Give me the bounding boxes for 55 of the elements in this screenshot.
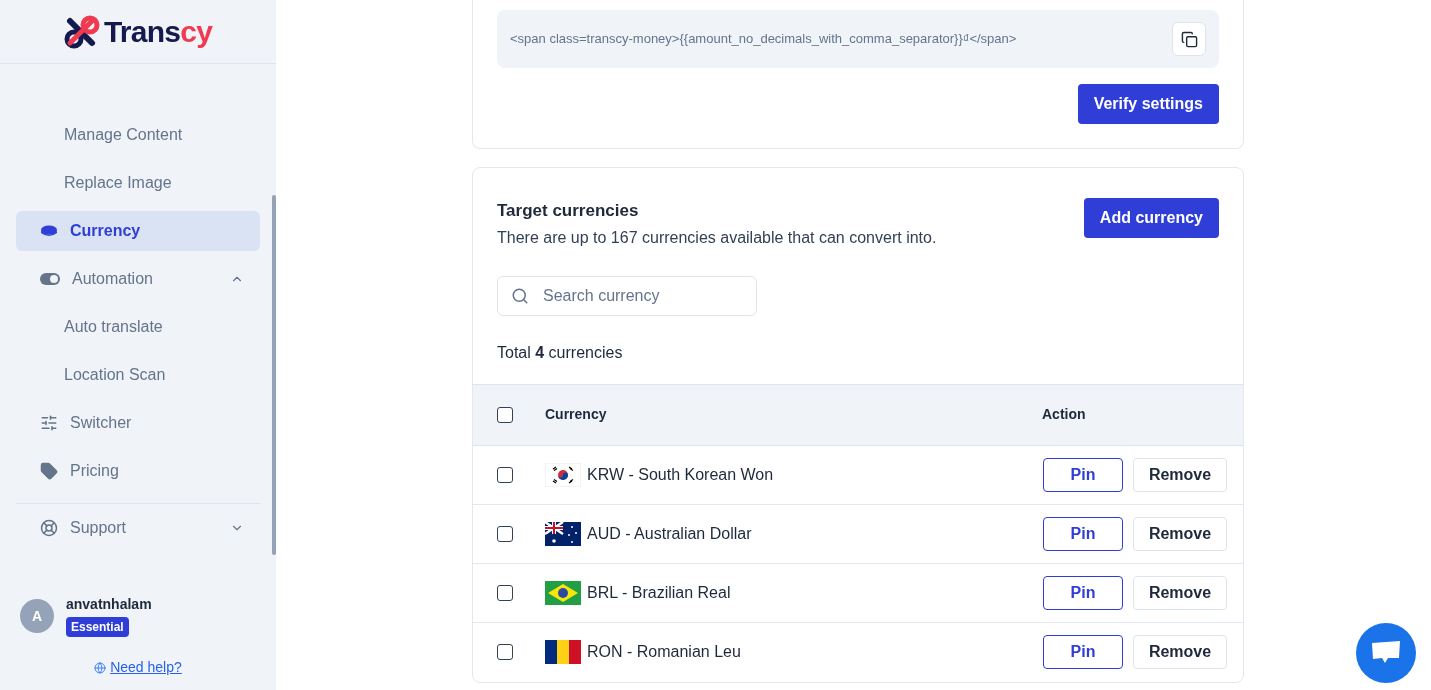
card-title: Target currencies — [497, 200, 640, 222]
tag-icon — [40, 462, 58, 480]
remove-button[interactable]: Remove — [1133, 457, 1227, 492]
pin-button[interactable]: Pin — [1043, 516, 1123, 551]
search-icon — [511, 286, 529, 305]
checkbox[interactable] — [497, 525, 513, 542]
column-header: Currency — [545, 405, 608, 424]
sidebar-item[interactable]: Pricing — [16, 451, 260, 491]
search-field[interactable]: Search currency — [497, 275, 757, 316]
checkbox[interactable] — [497, 406, 513, 423]
avatar: A — [20, 598, 54, 633]
remove-button[interactable]: Remove — [1133, 575, 1227, 610]
sidebar-item[interactable]: Manage Content — [16, 115, 260, 155]
checkbox[interactable] — [497, 644, 513, 660]
sidebar-item[interactable]: Automation — [16, 259, 260, 299]
plan-badge: Essential — [66, 617, 129, 637]
user-name: anvatnhalam — [66, 595, 152, 614]
flag-icon — [545, 521, 581, 546]
currency-name: RON - Romanian Leu — [587, 642, 742, 662]
currency-name: KRW - South Korean Won — [587, 464, 775, 485]
pin-button[interactable]: Pin — [1043, 457, 1123, 492]
coin-icon — [40, 225, 58, 237]
verify-button[interactable]: Verify settings — [1077, 84, 1219, 124]
chat-button[interactable] — [1356, 623, 1416, 683]
flag-icon — [545, 462, 581, 487]
copy-button[interactable] — [1172, 22, 1206, 56]
flag-icon — [545, 580, 581, 605]
column-header: Action — [1042, 405, 1086, 424]
checkbox[interactable] — [497, 584, 513, 601]
add-currency-button[interactable]: Add currency — [1083, 198, 1219, 238]
currency-name: BRL - Brazilian Real — [587, 582, 732, 603]
sidebar-item[interactable]: Location Scan — [16, 355, 260, 395]
sidebar-item[interactable]: Switcher — [16, 403, 260, 443]
pin-button[interactable]: Pin — [1043, 575, 1123, 610]
lifebuoy-icon — [40, 519, 58, 537]
flag-icon — [545, 640, 581, 664]
logo-icon — [63, 14, 100, 49]
logo-text: Transcy — [103, 14, 213, 50]
total-text: Total 4 currencies — [497, 343, 623, 361]
copy-icon — [1180, 30, 1198, 48]
sidebar-item[interactable]: Replace Image — [16, 163, 260, 203]
sliders-icon — [40, 414, 58, 432]
help-link[interactable]: Need help? — [110, 657, 182, 678]
sidebar-item[interactable]: Currency — [16, 211, 260, 251]
currency-name: AUD - Australian Dollar — [587, 523, 753, 544]
pin-button[interactable]: Pin — [1043, 635, 1123, 669]
code-text: <span class=transcy-money>{{amount_no_decimals_with_comma_separator}}₫</span> — [510, 30, 1017, 49]
remove-button[interactable]: Remove — [1133, 516, 1227, 551]
card-subtitle: There are up to 167 currencies available that can convert into. — [497, 227, 937, 248]
sidebar-item[interactable]: Support — [16, 508, 260, 548]
sidebar-item[interactable]: Auto translate — [16, 307, 260, 347]
remove-button[interactable]: Remove — [1133, 635, 1227, 669]
checkbox[interactable] — [497, 466, 513, 483]
toggle-icon — [40, 273, 60, 285]
globe-icon — [94, 661, 107, 674]
